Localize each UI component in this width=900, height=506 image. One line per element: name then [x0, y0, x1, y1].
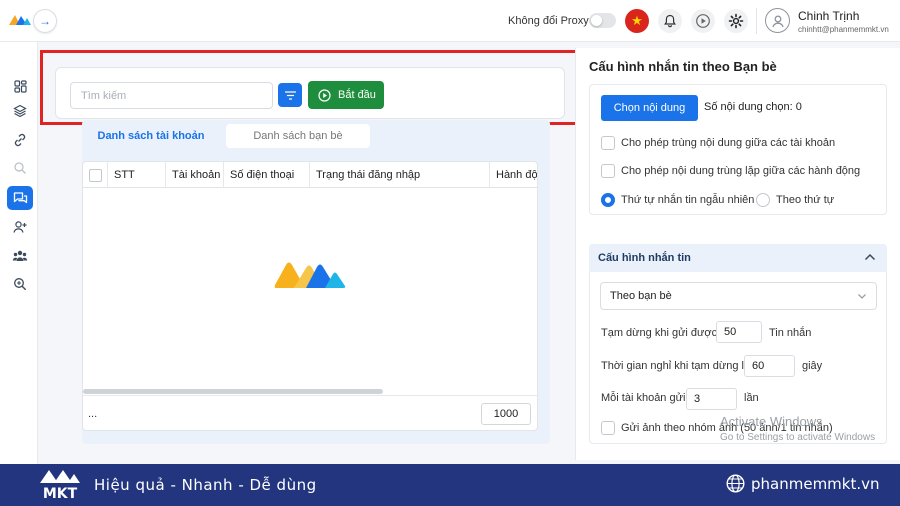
play-circle-icon	[318, 88, 331, 102]
empty-state-logo	[274, 262, 346, 288]
random-order-label: Thứ tự nhắn tin ngẫu nhiên	[621, 194, 755, 206]
rest-time-label: Thời gian nghỉ khi tạm dừng là	[601, 360, 751, 372]
filter-icon	[284, 90, 296, 100]
sidebar	[0, 42, 38, 464]
group-icon	[12, 250, 28, 261]
select-all-cell	[83, 162, 108, 188]
per-account-unit: lần	[744, 392, 759, 404]
table-header: STT Tài khoản Số điện thoại Trạng thái đ…	[83, 162, 537, 188]
windows-activation-watermark: Activate Windows	[720, 414, 823, 429]
proxy-toggle[interactable]	[589, 13, 616, 28]
table-footer-ellipsis: ...	[88, 408, 98, 420]
duplicate-actions-checkbox[interactable]	[601, 164, 615, 178]
sidebar-item-search-user[interactable]	[7, 156, 33, 180]
sidebar-item-groups[interactable]	[7, 244, 33, 268]
column-header-action[interactable]: Hành động	[490, 162, 537, 188]
start-button-label: Bắt đầu	[338, 89, 376, 101]
pause-after-unit: Tin nhắn	[769, 327, 812, 339]
play-video-icon[interactable]	[691, 9, 715, 33]
sidebar-item-links[interactable]	[7, 128, 33, 152]
app-window: → Không đổi Proxy ★ Chinh Trịnh chinhtt@…	[0, 0, 900, 506]
accounts-table: STT Tài khoản Số điện thoại Trạng thái đ…	[82, 161, 538, 431]
column-header-stt[interactable]: STT	[108, 162, 166, 188]
option-random-order[interactable]: Thứ tự nhắn tin ngẫu nhiên	[601, 193, 754, 207]
search-user-icon	[14, 162, 26, 174]
settings-gear-icon[interactable]	[724, 9, 748, 33]
windows-activation-hint: Go to Settings to activate Windows	[720, 432, 876, 443]
chevron-up-icon[interactable]	[864, 252, 876, 262]
sidebar-item-add-friend[interactable]	[7, 215, 33, 239]
sidebar-item-scan[interactable]	[7, 272, 33, 296]
choose-content-button[interactable]: Chọn nội dung	[601, 95, 698, 121]
banner-slogan: Hiệu quả - Nhanh - Dễ dùng	[94, 476, 317, 494]
random-order-radio[interactable]	[601, 193, 615, 207]
table-footer-divider	[83, 395, 537, 396]
per-account-input[interactable]: 3	[686, 388, 737, 410]
group-images-checkbox[interactable]	[601, 421, 615, 435]
column-header-phone[interactable]: Số điện thoại	[224, 162, 310, 188]
search-input[interactable]	[70, 82, 273, 109]
add-friend-icon	[12, 221, 26, 233]
arrow-right-icon: →	[39, 14, 51, 28]
duplicate-accounts-label: Cho phép trùng nội dung giữa các tài kho…	[621, 137, 836, 149]
per-account-label: Mỗi tài khoản gửi	[601, 392, 686, 404]
column-header-account[interactable]: Tài khoản	[166, 162, 224, 188]
page-size-input[interactable]: 1000	[481, 403, 531, 425]
sidebar-item-layers[interactable]	[7, 99, 33, 123]
selected-content-count: Số nội dung chọn: 0	[704, 101, 802, 113]
mkt-brand-logo: MKT	[40, 470, 80, 502]
top-bar: → Không đổi Proxy ★ Chinh Trịnh chinhtt@…	[0, 0, 900, 42]
messaging-mode-select[interactable]: Theo bạn bè	[600, 282, 877, 310]
language-flag-icon[interactable]: ★	[625, 9, 649, 33]
brand-text: MKT	[43, 486, 78, 502]
layers-icon	[13, 104, 27, 118]
globe-icon	[726, 474, 745, 493]
sidebar-item-dashboard[interactable]	[7, 74, 33, 98]
rest-time-input[interactable]: 60	[744, 355, 795, 377]
app-logo	[9, 15, 31, 25]
column-header-login-status[interactable]: Trạng thái đăng nhập	[310, 162, 490, 188]
sequential-order-radio[interactable]	[756, 193, 770, 207]
user-email: chinhtt@phanmemmkt.vn	[798, 25, 889, 34]
duplicate-actions-label: Cho phép nội dung trùng lặp giữa các hàn…	[621, 165, 861, 177]
user-avatar[interactable]	[765, 8, 790, 33]
tab-accounts[interactable]: Danh sách tài khoản	[82, 124, 220, 148]
option-sequential-order[interactable]: Theo thứ tự	[756, 193, 834, 207]
option-duplicate-accounts[interactable]: Cho phép trùng nội dung giữa các tài kho…	[601, 136, 835, 150]
sequential-order-label: Theo thứ tự	[776, 194, 835, 206]
horizontal-scrollbar[interactable]	[83, 389, 383, 394]
website-link[interactable]: phanmemmkt.vn	[751, 475, 880, 493]
select-all-checkbox[interactable]	[88, 168, 102, 182]
scan-icon	[14, 278, 27, 291]
config-title: Cấu hình nhắn tin theo Bạn bè	[589, 59, 777, 74]
tab-friends[interactable]: Danh sách bạn bè	[226, 124, 370, 148]
pause-after-input[interactable]: 50	[716, 321, 762, 343]
notification-bell-icon[interactable]	[658, 9, 682, 33]
user-name: Chinh Trịnh	[798, 9, 860, 23]
chat-icon	[13, 192, 27, 204]
start-button[interactable]: Bắt đầu	[308, 81, 384, 109]
messaging-config-title: Cấu hình nhắn tin	[598, 252, 691, 264]
filter-button[interactable]	[278, 83, 302, 107]
pause-after-label: Tạm dừng khi gửi được	[601, 327, 718, 339]
duplicate-accounts-checkbox[interactable]	[601, 136, 615, 150]
rest-time-unit: giây	[802, 360, 823, 372]
expand-sidebar-button[interactable]: →	[33, 9, 57, 33]
sidebar-item-messaging[interactable]	[7, 186, 33, 210]
link-icon	[14, 133, 26, 147]
topbar-divider	[756, 8, 757, 34]
chevron-down-icon	[858, 294, 866, 299]
proxy-label: Không đổi Proxy	[508, 15, 589, 27]
dashboard-icon	[13, 79, 27, 93]
option-duplicate-actions[interactable]: Cho phép nội dung trùng lặp giữa các hàn…	[601, 164, 860, 178]
